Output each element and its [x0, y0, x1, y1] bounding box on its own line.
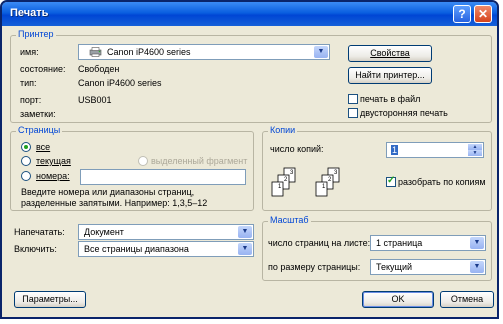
copies-count-value: 1 [391, 145, 399, 155]
duplex-label[interactable]: двусторонняя печать [360, 108, 448, 118]
find-printer-button[interactable]: Найти принтер... [348, 67, 432, 84]
chevron-down-icon[interactable]: ▼ [314, 46, 328, 58]
properties-button[interactable]: Свойства [348, 45, 432, 62]
printer-name-combo[interactable]: Canon iP4600 series ▼ [78, 44, 330, 60]
include-combo[interactable]: Все страницы диапазона ▼ [78, 241, 254, 257]
pages-per-sheet-value: 1 страница [376, 238, 423, 248]
copies-count-spinner[interactable]: 1 ▲ ▼ [386, 142, 484, 158]
cancel-button[interactable]: Отмена [440, 291, 494, 308]
cancel-button-label: Отмена [450, 294, 484, 304]
print-what-combo[interactable]: Документ ▼ [78, 224, 254, 240]
collate-checkbox[interactable]: ✓ [386, 175, 396, 187]
spin-down-icon[interactable]: ▼ [468, 150, 482, 156]
printer-icon [89, 47, 102, 57]
pages-numbers-input[interactable] [80, 169, 246, 185]
window-title: Печать [10, 7, 49, 19]
print-to-file-checkbox[interactable] [348, 94, 358, 104]
chevron-down-icon[interactable]: ▼ [238, 243, 252, 255]
print-what-value: Документ [84, 227, 124, 237]
pages-current-text: текущая [36, 156, 71, 166]
printer-status-label: состояние: [20, 64, 66, 74]
printer-type-value: Canon iP4600 series [78, 78, 162, 88]
print-dialog: Печать ? ✕ Принтер имя: Canon iP4600 ser… [0, 0, 499, 319]
title-bar[interactable]: Печать ? ✕ [2, 2, 497, 26]
close-button[interactable]: ✕ [474, 5, 492, 23]
pages-all-text: все [36, 142, 51, 152]
pages-all-radio[interactable] [21, 142, 31, 152]
help-button[interactable]: ? [453, 5, 471, 23]
ok-button[interactable]: OK [362, 291, 434, 308]
scale-value: Текущий [376, 262, 412, 272]
printer-name-value: Canon iP4600 series [107, 47, 191, 57]
options-button[interactable]: Параметры... [14, 291, 86, 308]
properties-button-label: Свойства [370, 48, 410, 58]
zoom-group-title: Масштаб [268, 215, 311, 225]
pages-current-label[interactable]: текущая [36, 156, 71, 166]
printer-notes-label: заметки: [20, 109, 56, 119]
printer-name-label: имя: [20, 47, 39, 57]
checkmark-icon: ✓ [387, 175, 396, 186]
pages-numbers-label[interactable]: номера: [36, 171, 70, 181]
collate-pages-icon: 3 2 1 3 2 1 [270, 166, 360, 204]
pages-selection-radio[interactable] [138, 156, 148, 166]
pages-selection-label: выделенный фрагмент [151, 156, 248, 166]
include-label: Включить: [14, 244, 57, 254]
options-button-label: Параметры... [22, 294, 78, 304]
pages-hint: Введите номера или диапазоны страниц, ра… [21, 187, 208, 208]
copies-group-title: Копии [268, 125, 298, 135]
pages-numbers-text: номера: [36, 171, 70, 181]
copies-count-label: число копий: [270, 144, 324, 154]
pages-group-title: Страницы [16, 125, 63, 135]
ok-button-label: OK [391, 294, 405, 304]
chevron-down-icon[interactable]: ▼ [470, 261, 484, 273]
duplex-checkbox[interactable] [348, 108, 358, 118]
radio-selected-dot [24, 145, 28, 149]
print-what-label: Напечатать: [14, 227, 65, 237]
print-to-file-label[interactable]: печать в файл [360, 94, 420, 104]
pages-per-sheet-label: число страниц на листе: [268, 238, 371, 248]
scale-label: по размеру страницы: [268, 262, 361, 272]
printer-port-value: USB001 [78, 95, 112, 105]
pages-numbers-radio[interactable] [21, 171, 31, 181]
find-printer-button-label: Найти принтер... [355, 70, 425, 80]
scale-combo[interactable]: Текущий ▼ [370, 259, 486, 275]
printer-port-label: порт: [20, 95, 42, 105]
printer-group-title: Принтер [16, 29, 56, 39]
pages-per-sheet-combo[interactable]: 1 страница ▼ [370, 235, 486, 251]
chevron-down-icon[interactable]: ▼ [238, 226, 252, 238]
pages-all-label[interactable]: все [36, 142, 50, 152]
collate-label[interactable]: разобрать по копиям [398, 177, 486, 187]
include-value: Все страницы диапазона [84, 244, 189, 254]
printer-status-value: Свободен [78, 64, 120, 74]
chevron-down-icon[interactable]: ▼ [470, 237, 484, 249]
pages-current-radio[interactable] [21, 156, 31, 166]
printer-type-label: тип: [20, 78, 37, 88]
